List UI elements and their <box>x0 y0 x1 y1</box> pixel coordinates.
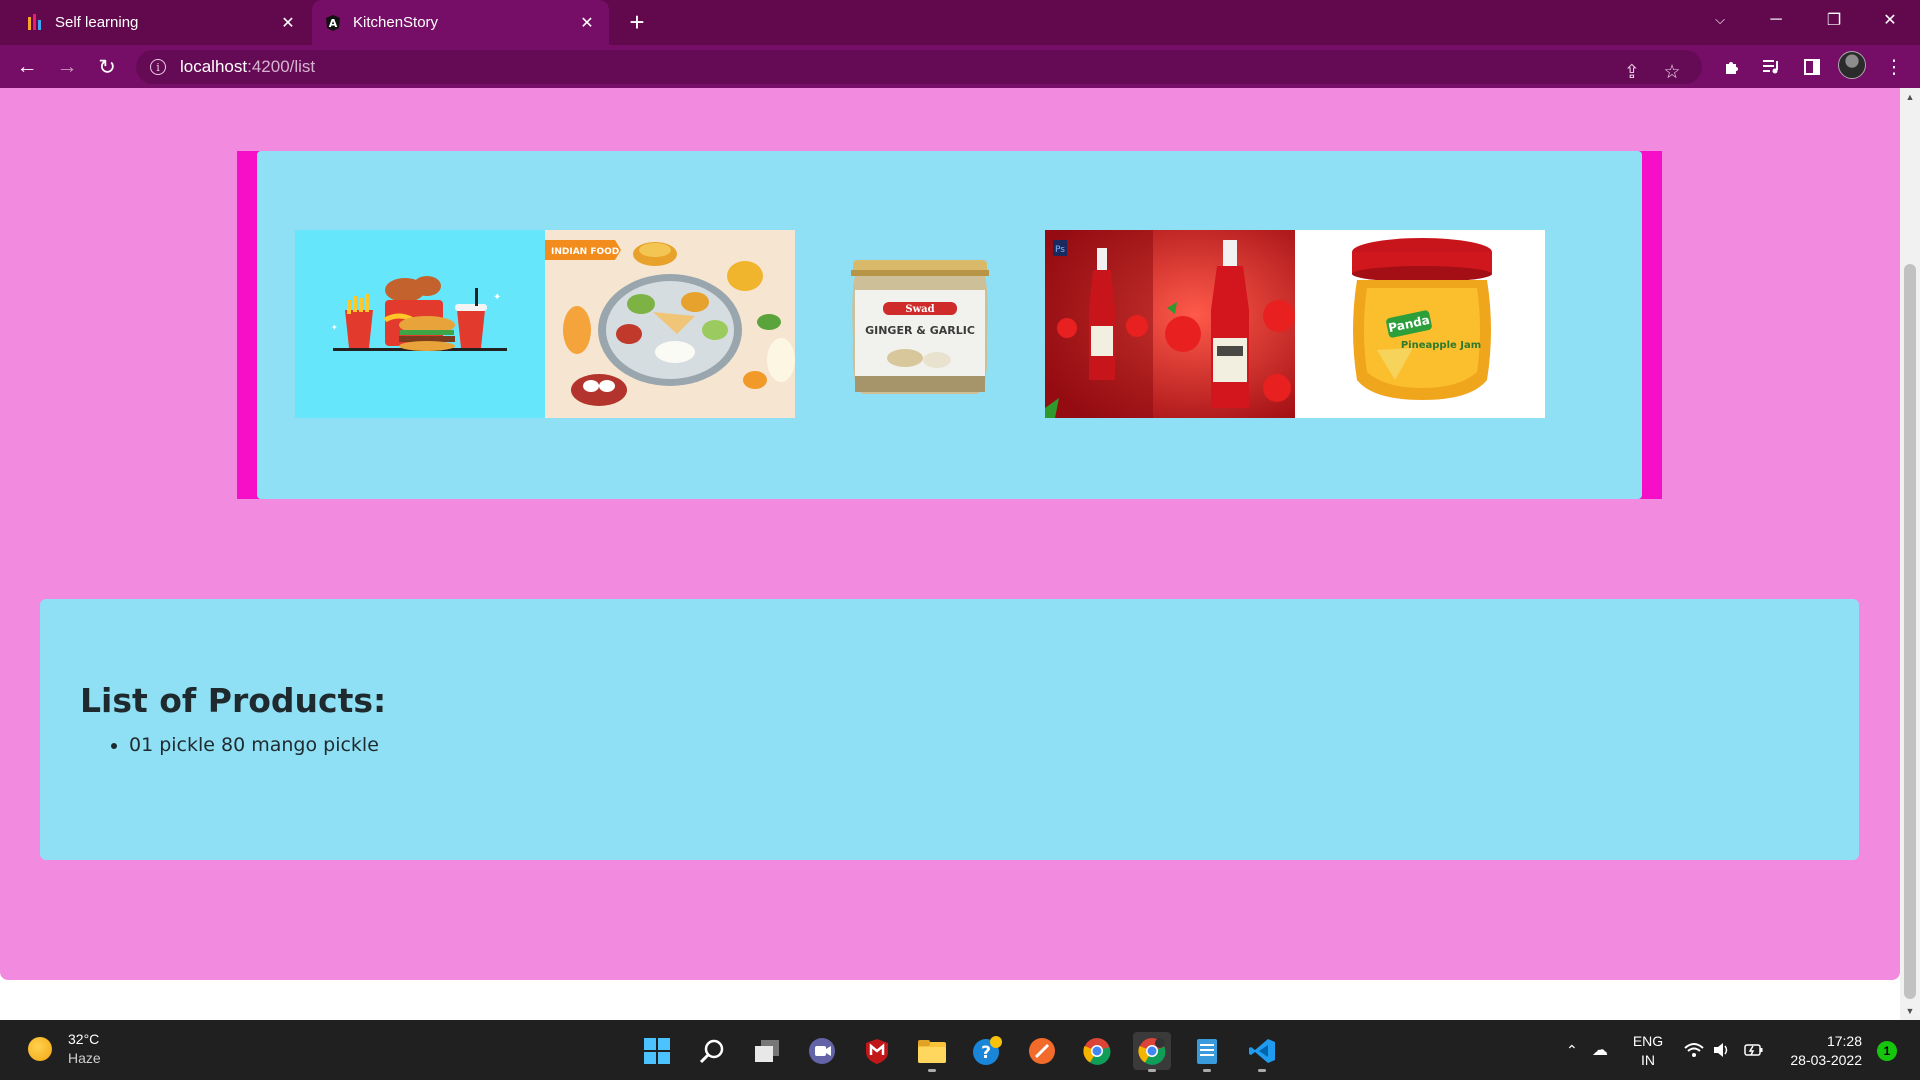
notepad-icon[interactable] <box>1188 1032 1226 1072</box>
windows-taskbar: 32°C Haze ? ⌃ ☁ ENG IN 17:28 28-03-2022 … <box>0 1020 1920 1080</box>
products-list: 01 pickle 80 mango pickle <box>129 734 1859 756</box>
jar-product-label: GINGER & GARLIC <box>865 324 975 337</box>
running-indicator <box>1258 1069 1266 1072</box>
extensions-icon[interactable] <box>1716 51 1748 83</box>
angular-icon: A <box>324 14 342 32</box>
image-carousel: ✦ ✦ INDIAN FOOD Swad GINGER & GARLIC Ps … <box>257 151 1642 499</box>
sun-haze-icon <box>28 1037 52 1061</box>
tab-strip: Self learning ✕ A KitchenStory ✕ + ⌵ ─ ❐… <box>0 0 1920 45</box>
weather-temp: 32°C <box>68 1031 100 1047</box>
system-clock[interactable]: 17:28 28-03-2022 <box>1778 1032 1862 1070</box>
language-indicator[interactable]: ENG IN <box>1632 1032 1664 1070</box>
browser-toolbar: ← → ↻ i localhost:4200/list ⇪ ☆ ⋮ <box>0 45 1920 88</box>
close-icon[interactable]: ✕ <box>573 9 601 37</box>
svg-text:A: A <box>329 17 338 30</box>
task-view-icon[interactable] <box>748 1032 786 1070</box>
svg-text:✦: ✦ <box>493 292 501 303</box>
svg-text:Ps: Ps <box>1055 245 1065 255</box>
tab-title: Self learning <box>55 14 139 31</box>
address-bar[interactable]: i localhost:4200/list ⇪ ☆ <box>136 50 1702 84</box>
reload-button[interactable]: ↻ <box>91 51 123 83</box>
indian-food-badge: INDIAN FOOD <box>551 247 619 257</box>
page-body: ✦ ✦ INDIAN FOOD Swad GINGER & GARLIC Ps … <box>0 88 1900 980</box>
svg-text:?: ? <box>981 1043 991 1063</box>
running-indicator <box>1148 1069 1156 1072</box>
language-code: ENG <box>1632 1033 1664 1049</box>
media-control-icon[interactable] <box>1756 51 1788 83</box>
slide-ketchup: Ps <box>1045 230 1295 418</box>
products-heading: List of Products: <box>80 681 387 720</box>
help-icon[interactable]: ? <box>968 1032 1006 1070</box>
teams-chat-icon[interactable] <box>803 1032 841 1070</box>
tab-kitchenstory[interactable]: A KitchenStory ✕ <box>312 0 609 45</box>
products-card: List of Products: 01 pickle 80 mango pic… <box>40 599 1859 860</box>
tab-search-chevron-icon[interactable]: ⌵ <box>1692 0 1748 40</box>
forward-button[interactable]: → <box>51 51 83 83</box>
list-item: 01 pickle 80 mango pickle <box>129 734 1859 756</box>
running-indicator <box>1203 1069 1211 1072</box>
jam-product-label: Pineapple Jam <box>1401 340 1481 351</box>
bar-chart-icon <box>26 13 44 32</box>
clock-time: 17:28 <box>1826 1033 1862 1049</box>
url-path: :4200/list <box>247 57 316 76</box>
tab-self-learning[interactable]: Self learning ✕ <box>14 0 310 45</box>
new-tab-button[interactable]: + <box>622 8 652 38</box>
clock-date: 28-03-2022 <box>1790 1052 1862 1068</box>
notification-badge[interactable]: 1 <box>1877 1041 1897 1061</box>
url-host: localhost <box>180 57 248 76</box>
side-panel-icon[interactable] <box>1796 51 1828 83</box>
profile-avatar[interactable] <box>1838 51 1866 79</box>
weather-condition: Haze <box>68 1050 101 1066</box>
vertical-scrollbar[interactable]: ▲ ▼ <box>1900 88 1920 1020</box>
jar-brand-label: Swad <box>905 304 934 315</box>
chrome-dev-icon[interactable] <box>1133 1032 1171 1072</box>
page-viewport: ✦ ✦ INDIAN FOOD Swad GINGER & GARLIC Ps … <box>0 88 1900 1020</box>
windows-start-icon[interactable] <box>638 1032 676 1070</box>
slide-pineapple-jam: Panda Pineapple Jam <box>1295 230 1545 418</box>
minimize-button[interactable]: ─ <box>1748 0 1804 40</box>
vscode-icon[interactable] <box>1243 1032 1281 1072</box>
show-hidden-icons-chevron-icon[interactable]: ⌃ <box>1566 1020 1578 1080</box>
close-icon[interactable]: ✕ <box>274 9 302 37</box>
svg-text:✦: ✦ <box>331 323 338 332</box>
scroll-down-arrow-icon[interactable]: ▼ <box>1900 1002 1920 1020</box>
scroll-thumb[interactable] <box>1904 264 1916 999</box>
share-icon[interactable]: ⇪ <box>1616 56 1648 88</box>
restore-button[interactable]: ❐ <box>1806 0 1862 40</box>
wifi-icon[interactable] <box>1684 1020 1704 1080</box>
slide-fast-food: ✦ ✦ <box>295 230 545 418</box>
slide-indian-food: INDIAN FOOD <box>545 230 795 418</box>
back-button[interactable]: ← <box>11 51 43 83</box>
battery-icon[interactable] <box>1744 1020 1764 1080</box>
close-window-button[interactable]: ✕ <box>1862 0 1918 40</box>
region-code: IN <box>1641 1052 1655 1068</box>
site-info-icon[interactable]: i <box>150 59 166 75</box>
weather-widget[interactable]: 32°C Haze <box>28 1030 101 1068</box>
volume-icon[interactable] <box>1713 1020 1731 1080</box>
file-explorer-icon[interactable] <box>913 1032 951 1072</box>
scroll-up-arrow-icon[interactable]: ▲ <box>1900 88 1920 106</box>
tab-title: KitchenStory <box>353 14 439 31</box>
bookmark-star-icon[interactable]: ☆ <box>1656 56 1688 88</box>
slide-ginger-garlic: Swad GINGER & GARLIC <box>795 230 1045 418</box>
carousel-frame: ✦ ✦ INDIAN FOOD Swad GINGER & GARLIC Ps … <box>237 151 1662 499</box>
menu-kebab-icon[interactable]: ⋮ <box>1878 51 1910 83</box>
search-icon[interactable] <box>693 1032 731 1070</box>
onedrive-cloud-icon[interactable]: ☁ <box>1592 1020 1608 1080</box>
mcafee-icon[interactable] <box>858 1032 896 1070</box>
pen-app-icon[interactable] <box>1023 1032 1061 1070</box>
running-indicator <box>928 1069 936 1072</box>
chrome-icon[interactable] <box>1078 1032 1116 1070</box>
